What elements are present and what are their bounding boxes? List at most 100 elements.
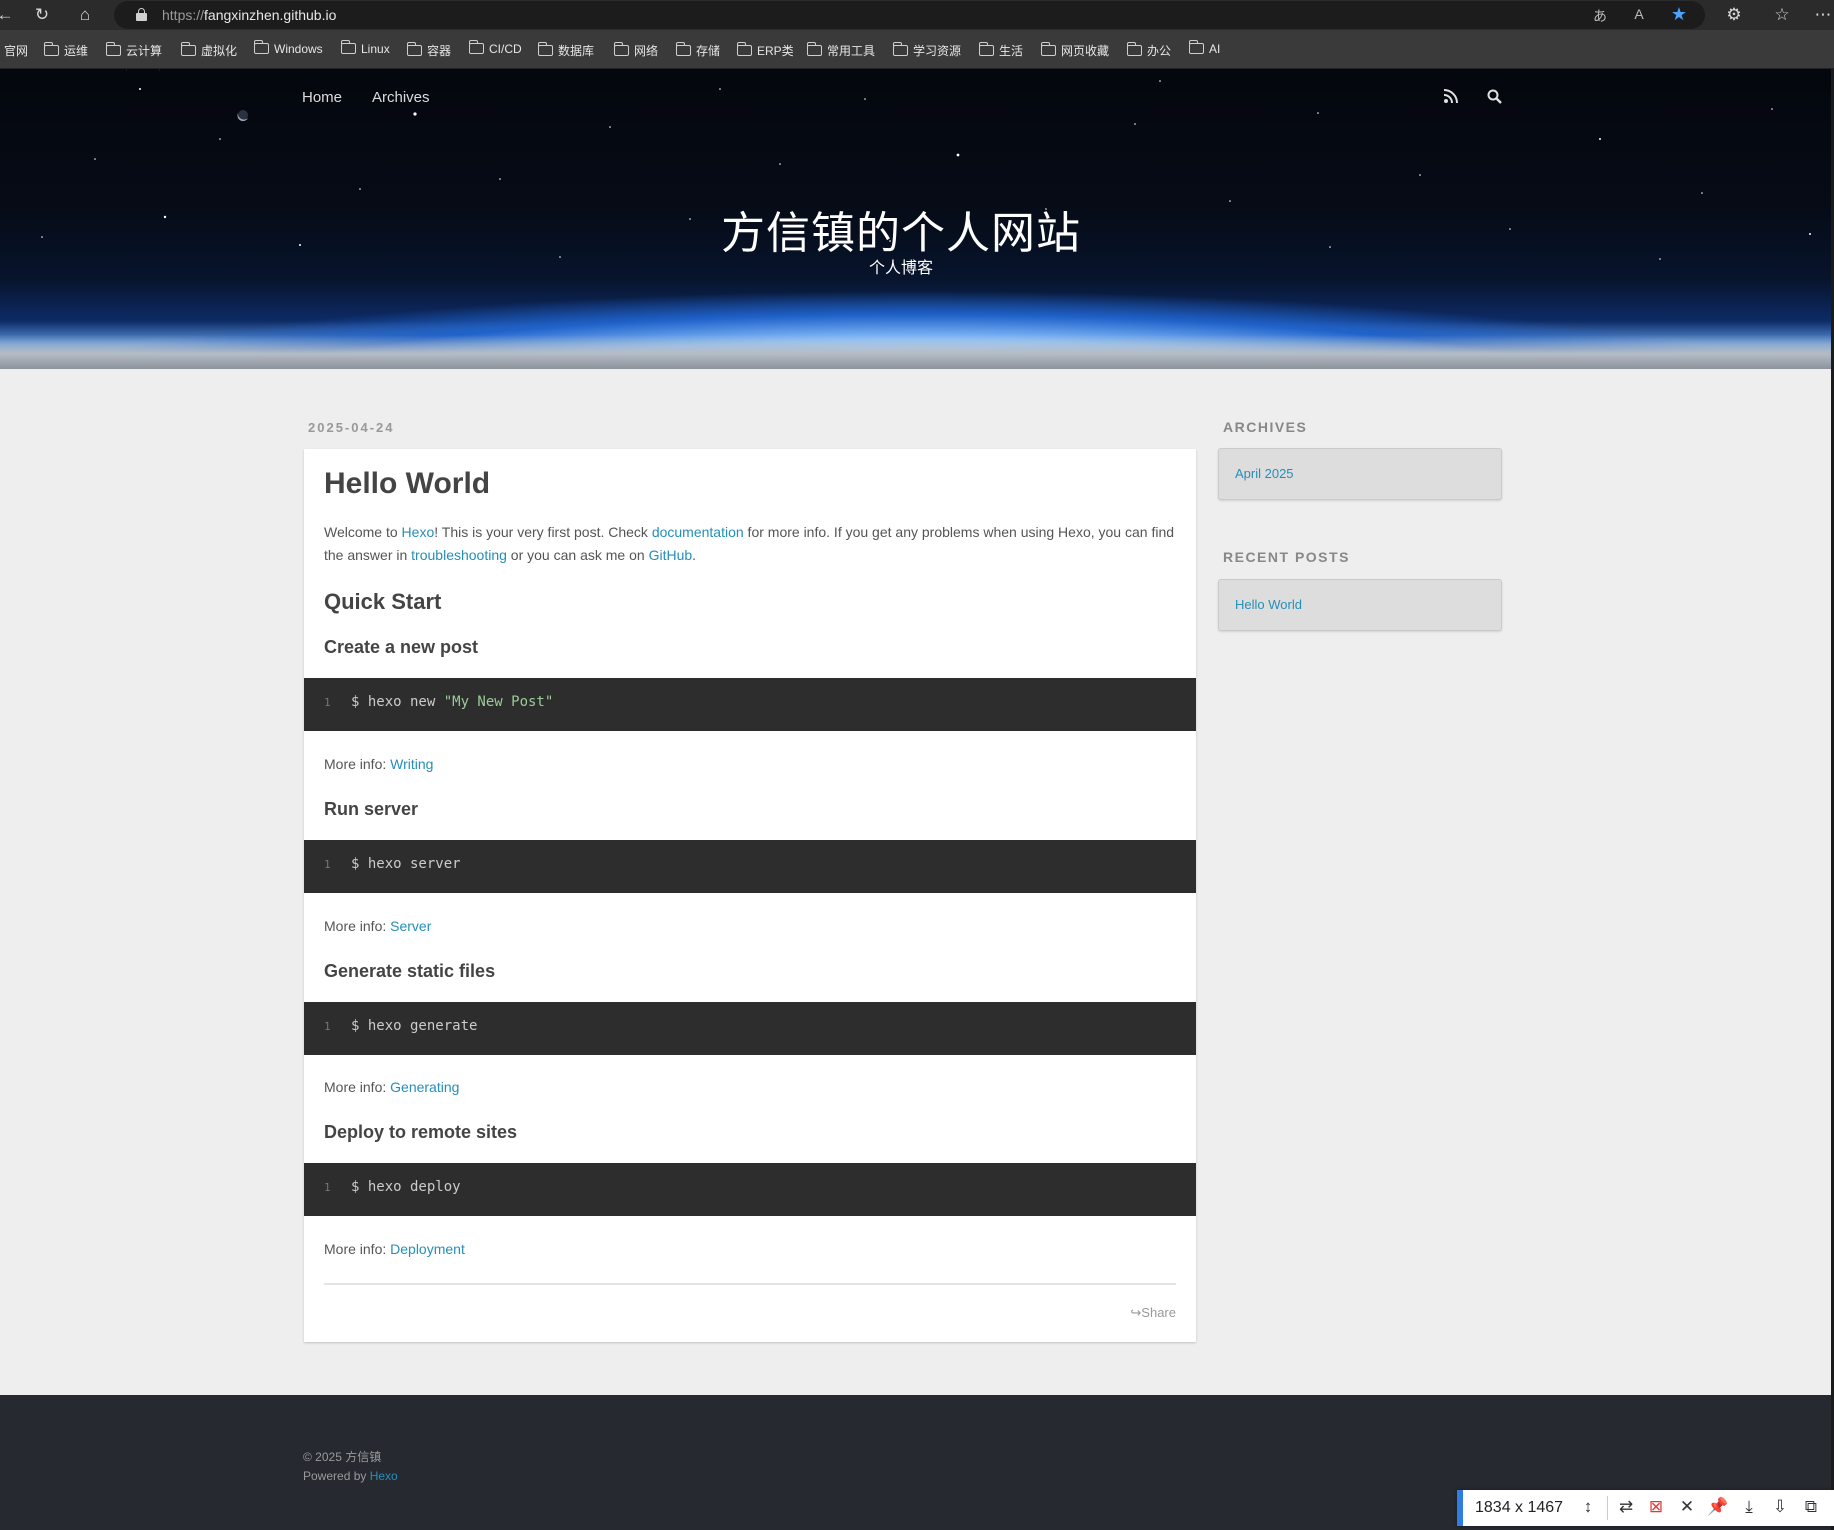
archives-widget-title: ARCHIVES (1223, 419, 1308, 435)
line-number: 1 (324, 1020, 331, 1033)
folder-icon (105, 42, 121, 56)
github-link[interactable]: GitHub (649, 547, 693, 563)
site-title[interactable]: 方信镇的个人网站 (0, 197, 1802, 261)
section-heading: Create a new post (324, 637, 479, 657)
bookmark-folder[interactable]: 学习资源 (892, 42, 961, 59)
share-button[interactable]: ↪Share (1130, 1305, 1176, 1321)
browser-toolbar: ← ↻ ⌂ https://fangxinzhen.github.io あ A … (0, 0, 1834, 30)
more-info: More info: Writing (324, 756, 434, 772)
hexo-link[interactable]: Hexo (402, 524, 435, 540)
powered-by: Powered by Hexo (303, 1469, 398, 1483)
bookmark-folder[interactable]: 生活 (978, 42, 1023, 59)
bookmark-folder[interactable]: 虚拟化 (180, 42, 237, 59)
folder-icon (468, 40, 484, 54)
bookmark-folder[interactable]: Windows (253, 40, 323, 56)
code-line: $ hexo generate (351, 1018, 478, 1034)
bookmark-folder[interactable]: 网络 (613, 42, 658, 59)
folder-icon (43, 42, 59, 56)
footer-text: © 2025 方信镇 Powered by Hexo (303, 1448, 398, 1486)
post-title[interactable]: Hello World (324, 467, 490, 501)
section-heading: Run server (324, 799, 419, 819)
folder-icon (340, 40, 356, 54)
troubleshooting-link[interactable]: troubleshooting (411, 547, 507, 563)
article-divider (324, 1283, 1176, 1285)
bookmark-folder[interactable]: 办公 (1126, 42, 1171, 59)
code-block: 1 $ hexo generate (304, 1002, 1196, 1055)
folder-icon (1040, 42, 1056, 56)
bookmark-folder[interactable]: 常用工具 (806, 42, 875, 59)
share-icon: ↪ (1130, 1305, 1142, 1320)
line-number: 1 (324, 858, 331, 871)
nav-home[interactable]: Home (302, 89, 342, 106)
bookmark-folder[interactable]: 数据库 (537, 42, 594, 59)
nav-archives[interactable]: Archives (372, 89, 430, 106)
generating-link[interactable]: Generating (390, 1079, 459, 1095)
documentation-link[interactable]: documentation (652, 524, 744, 540)
more-info: More info: Generating (324, 1079, 460, 1095)
section-heading: Generate static files (324, 961, 496, 981)
code-line: $ hexo deploy (351, 1179, 461, 1195)
bookmarks-bar: 官网 运维 云计算 虚拟化 Windows Linux 容器 CI/CD 数据库… (0, 30, 1834, 69)
folder-icon (253, 40, 269, 54)
deployment-link[interactable]: Deployment (390, 1241, 465, 1257)
code-block: 1 $ hexo server (304, 840, 1196, 893)
rss-icon[interactable] (1443, 89, 1458, 107)
line-number: 1 (324, 1181, 331, 1194)
bookmark-folder[interactable]: AI (1188, 40, 1220, 56)
folder-icon (1188, 40, 1204, 54)
bookmark-folder[interactable]: 容器 (406, 42, 451, 59)
home-icon[interactable]: ⌂ (74, 4, 96, 26)
writing-link[interactable]: Writing (390, 756, 433, 772)
back-icon[interactable]: ← (0, 4, 16, 26)
url-text[interactable]: https://fangxinzhen.github.io (162, 7, 336, 23)
post-date[interactable]: 2025-04-24 (308, 420, 395, 435)
address-bar[interactable]: https://fangxinzhen.github.io あ A ★ (114, 1, 1705, 29)
folder-icon (180, 42, 196, 56)
resize-vertical-icon[interactable]: ↕ (1577, 1497, 1599, 1517)
archives-widget: April 2025 (1218, 448, 1502, 500)
recent-posts-widget-title: RECENT POSTS (1223, 549, 1350, 565)
delete-selection-icon[interactable]: ⊠ (1645, 1497, 1667, 1517)
close-icon[interactable]: ✕ (1676, 1497, 1698, 1517)
code-line: $ hexo server (351, 856, 461, 872)
folder-icon (613, 42, 629, 56)
bookmark-folder[interactable]: ERP类 (736, 42, 794, 59)
recent-post-link[interactable]: Hello World (1235, 597, 1302, 612)
folder-icon (675, 42, 691, 56)
more-icon[interactable]: ⋯ (1812, 4, 1834, 26)
code-block: 1 $ hexo deploy (304, 1163, 1196, 1216)
code-block: 1 $ hexo new "My New Post" (304, 678, 1196, 731)
bookmark-folder[interactable]: 运维 (43, 42, 88, 59)
hexo-footer-link[interactable]: Hexo (370, 1469, 398, 1483)
line-number: 1 (324, 696, 331, 709)
swap-icon[interactable]: ⇄ (1615, 1497, 1637, 1517)
capture-size-label: 1834 x 1467 (1475, 1499, 1564, 1516)
bookmark-folder[interactable]: Linux (340, 40, 390, 56)
translate-icon[interactable]: あ (1590, 6, 1610, 26)
recent-posts-widget: Hello World (1218, 579, 1502, 631)
bookmark-folder[interactable]: 存储 (675, 42, 720, 59)
download-icon[interactable]: ⤓ (1738, 1497, 1760, 1517)
more-info: More info: Deployment (324, 1241, 465, 1257)
bookmark-folder[interactable]: CI/CD (468, 40, 522, 56)
favorites-icon[interactable]: ☆ (1771, 4, 1793, 26)
bookmark-folder[interactable]: 云计算 (105, 42, 162, 59)
save-as-icon[interactable]: ⇩ (1769, 1497, 1791, 1517)
section-quick-start: Quick Start (324, 589, 442, 614)
search-icon[interactable] (1487, 89, 1502, 108)
read-aloud-icon[interactable]: A (1629, 6, 1649, 22)
pin-icon[interactable]: 📌 (1707, 1497, 1729, 1517)
code-line: $ hexo new "My New Post" (351, 694, 554, 710)
archive-link-april-2025[interactable]: April 2025 (1235, 466, 1294, 481)
lock-icon[interactable] (136, 8, 147, 21)
refresh-icon[interactable]: ↻ (31, 4, 53, 26)
extensions-icon[interactable]: ⚙ (1723, 4, 1745, 26)
more-info: More info: Server (324, 918, 432, 934)
folder-icon (736, 42, 752, 56)
post-intro: Welcome to Hexo! This is your very first… (324, 524, 1175, 563)
favorite-star-icon[interactable]: ★ (1669, 4, 1689, 25)
server-link[interactable]: Server (390, 918, 431, 934)
bookmark-item[interactable]: 官网 (4, 42, 28, 59)
copy-icon[interactable]: ⧉ (1800, 1497, 1822, 1517)
bookmark-folder[interactable]: 网页收藏 (1040, 42, 1109, 59)
